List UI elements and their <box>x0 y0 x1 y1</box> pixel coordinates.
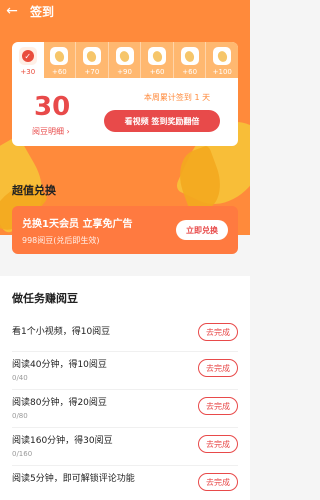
day-points: +70 <box>84 68 100 76</box>
task-progress: 0/40 <box>12 374 28 382</box>
bean-total: 30 <box>34 92 71 122</box>
bean-icon <box>216 49 229 63</box>
arrow-left-icon: ← <box>6 3 18 19</box>
task-row: 阅读40分钟，得10阅豆 0/40 去完成 <box>12 352 238 390</box>
checkin-day-2: +60 <box>43 42 76 78</box>
bean-icon <box>85 49 99 63</box>
task-name: 看1个小视频，得10阅豆 <box>12 327 111 337</box>
day-badge <box>180 47 199 65</box>
task-name: 阅读80分钟，得20阅豆 <box>12 398 107 408</box>
task-name: 阅读160分钟，得30阅豆 <box>12 436 113 446</box>
checkin-day-1: ✓ +30 <box>12 42 44 78</box>
day-points: +60 <box>149 68 165 76</box>
task-name: 阅读40分钟，得10阅豆 <box>12 360 107 370</box>
task-row: 阅读5分钟，即可解锁评论功能 去完成 <box>12 466 238 500</box>
tasks-panel: 做任务赚阅豆 看1个小视频，得10阅豆 去完成 阅读40分钟，得10阅豆 0/4… <box>0 276 250 500</box>
task-row: 阅读80分钟，得20阅豆 0/80 去完成 <box>12 390 238 428</box>
weekly-checkin-text: 本周累计签到 1 天 <box>143 93 211 102</box>
exchange-section-title: 超值兑换 <box>12 184 56 197</box>
checkin-header: ← 签到 ✓ +30 +60 +70 +90 +60 +60 +100 30 阅… <box>0 0 250 235</box>
top-bar: ← 签到 <box>0 0 250 22</box>
task-name: 阅读5分钟，即可解锁评论功能 <box>12 474 135 484</box>
double-reward-button[interactable]: 看视频 签到奖励翻倍 <box>104 110 220 132</box>
exchange-title: 兑换1天会员 立享免广告 <box>22 219 133 230</box>
task-row: 阅读160分钟，得30阅豆 0/160 去完成 <box>12 428 238 466</box>
task-go-button[interactable]: 去完成 <box>198 473 238 491</box>
bean-detail-link[interactable]: 阅豆明细 › <box>32 126 70 137</box>
checkin-day-6: +60 <box>172 42 206 78</box>
bean-icon <box>150 49 164 63</box>
task-go-button[interactable]: 去完成 <box>198 359 238 377</box>
bean-icon <box>118 49 131 63</box>
checkin-day-4: +90 <box>107 42 141 78</box>
day-badge <box>82 47 101 65</box>
check-icon: ✓ <box>21 50 34 62</box>
checkin-day-7: +100 <box>205 42 238 78</box>
exchange-card: 兑换1天会员 立享免广告 998阅豆(兑后即生效) 立即兑换 <box>12 206 238 254</box>
bean-icon <box>183 49 196 63</box>
day-points: +60 <box>182 68 198 76</box>
day-points: +100 <box>212 68 232 76</box>
day-badge: ✓ <box>18 47 37 65</box>
day-points: +90 <box>117 68 132 76</box>
day-badge <box>50 47 69 65</box>
checkin-days: ✓ +30 +60 +70 +90 +60 +60 +100 <box>12 42 238 78</box>
exchange-button[interactable]: 立即兑换 <box>176 220 228 240</box>
task-go-button[interactable]: 去完成 <box>198 435 238 453</box>
tasks-section-title: 做任务赚阅豆 <box>12 292 78 305</box>
day-badge <box>148 47 167 65</box>
task-row: 看1个小视频，得10阅豆 去完成 <box>12 314 238 352</box>
day-points: +60 <box>51 68 67 76</box>
page-title: 签到 <box>30 4 55 19</box>
bean-icon <box>53 49 66 63</box>
day-badge <box>115 47 134 65</box>
exchange-subtitle: 998阅豆(兑后即生效) <box>22 236 100 245</box>
checkin-day-5: +60 <box>140 42 173 78</box>
task-progress: 0/160 <box>12 450 33 458</box>
checkin-day-3: +70 <box>75 42 108 78</box>
checkin-card: ✓ +30 +60 +70 +90 +60 +60 +100 30 阅豆明细 ›… <box>12 42 238 146</box>
day-points: +30 <box>20 68 36 76</box>
back-button[interactable]: ← <box>0 0 24 22</box>
task-go-button[interactable]: 去完成 <box>198 397 238 415</box>
day-badge <box>213 47 232 65</box>
task-progress: 0/80 <box>12 412 28 420</box>
task-go-button[interactable]: 去完成 <box>198 323 238 341</box>
